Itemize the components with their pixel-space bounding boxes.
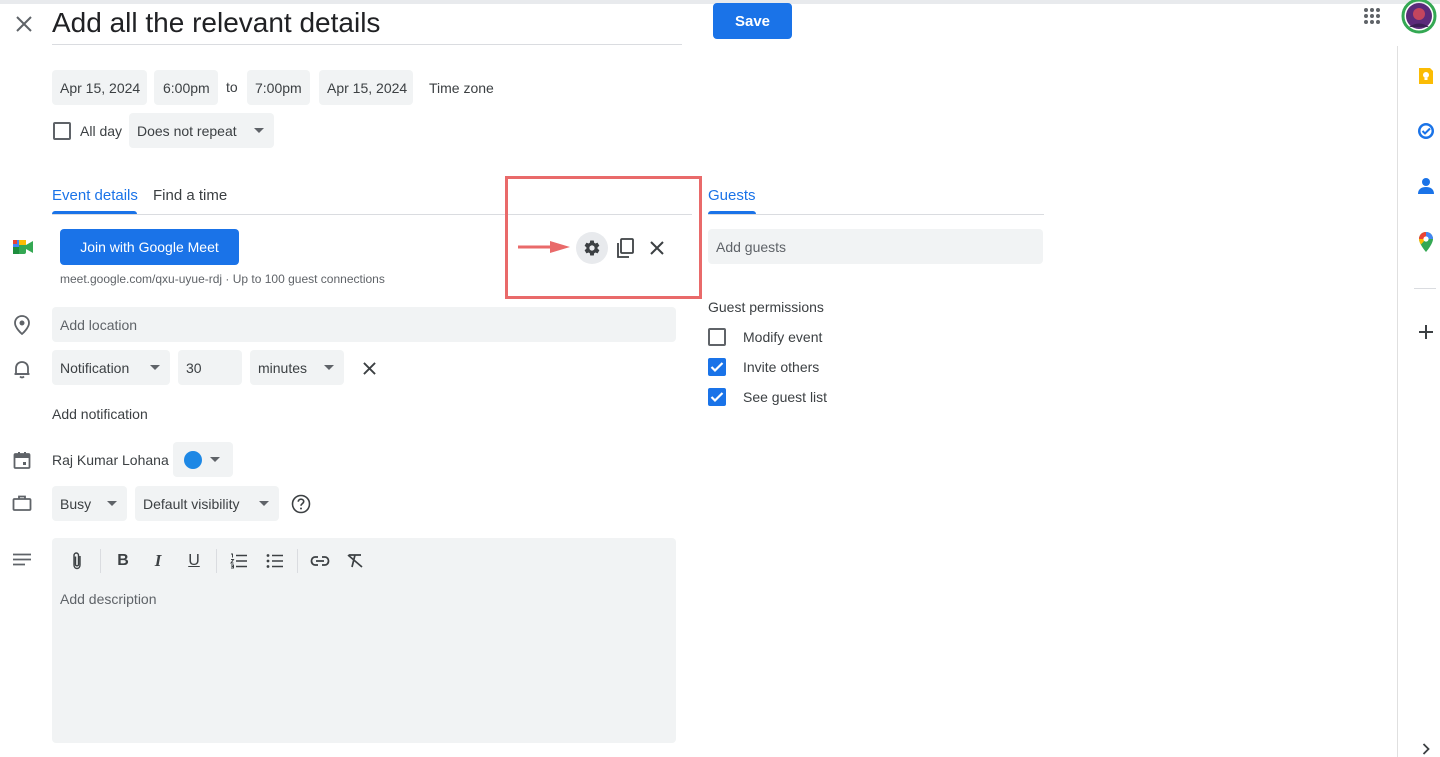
add-notification-link[interactable]: Add notification bbox=[52, 405, 148, 423]
invite-others-checkbox[interactable] bbox=[708, 358, 726, 376]
save-button[interactable]: Save bbox=[713, 3, 792, 39]
repeat-select[interactable]: Does not repeat bbox=[129, 113, 274, 148]
tab-guests[interactable]: Guests bbox=[708, 185, 756, 205]
start-time-chip[interactable]: 6:00pm bbox=[154, 70, 218, 105]
tab-event-details[interactable]: Event details bbox=[52, 185, 138, 205]
description-lines-icon bbox=[13, 553, 31, 567]
notification-type-value: Notification bbox=[60, 359, 130, 376]
plus-icon[interactable] bbox=[1414, 320, 1438, 344]
remove-meet-close-icon[interactable] bbox=[643, 234, 671, 262]
event-title-input[interactable]: Add all the relevant details bbox=[52, 5, 682, 45]
chevron-down-icon bbox=[324, 365, 334, 370]
toolbar-divider bbox=[297, 549, 298, 573]
tasks-icon[interactable] bbox=[1414, 119, 1438, 143]
check-icon bbox=[710, 392, 724, 403]
invite-others-label: Invite others bbox=[743, 359, 820, 375]
remove-notification-close-icon[interactable] bbox=[355, 354, 383, 382]
numbered-list-icon[interactable] bbox=[226, 548, 252, 574]
end-time-chip[interactable]: 7:00pm bbox=[247, 70, 310, 105]
visibility-value: Default visibility bbox=[143, 495, 240, 512]
availability-value: Busy bbox=[60, 495, 92, 512]
chevron-down-icon bbox=[259, 501, 269, 506]
join-google-meet-button[interactable]: Join with Google Meet bbox=[60, 229, 239, 265]
attachment-icon[interactable] bbox=[64, 548, 90, 574]
see-guest-list-label: See guest list bbox=[743, 389, 828, 405]
keep-icon[interactable] bbox=[1414, 64, 1438, 88]
side-panel-separator bbox=[1414, 288, 1436, 289]
time-zone-link[interactable]: Time zone bbox=[429, 78, 494, 98]
description-placeholder: Add description bbox=[60, 591, 157, 607]
notification-value-input[interactable]: 30 bbox=[178, 350, 242, 385]
chevron-down-icon bbox=[254, 128, 264, 133]
check-icon bbox=[710, 362, 724, 373]
chevron-down-icon bbox=[107, 501, 117, 506]
guests-divider bbox=[708, 214, 1044, 215]
copy-icon[interactable] bbox=[611, 234, 639, 262]
bold-icon[interactable]: B bbox=[110, 548, 136, 574]
clear-formatting-icon[interactable] bbox=[342, 548, 368, 574]
see-guest-list-checkbox[interactable] bbox=[708, 388, 726, 406]
calendar-color-select[interactable] bbox=[173, 442, 233, 477]
all-day-label: All day bbox=[80, 123, 123, 139]
modify-event-label: Modify event bbox=[743, 329, 823, 345]
maps-icon[interactable] bbox=[1414, 230, 1438, 254]
calendar-color-dot bbox=[184, 450, 202, 469]
chevron-right-icon[interactable] bbox=[1416, 742, 1436, 756]
link-icon[interactable] bbox=[306, 548, 334, 574]
bulleted-list-icon[interactable] bbox=[262, 548, 288, 574]
underline-icon[interactable]: U bbox=[181, 548, 207, 574]
to-label: to bbox=[226, 79, 238, 95]
start-date-chip[interactable]: Apr 15, 2024 bbox=[52, 70, 147, 105]
tab-find-a-time[interactable]: Find a time bbox=[153, 185, 227, 205]
toolbar-divider bbox=[100, 549, 101, 573]
all-day-checkbox[interactable] bbox=[53, 122, 71, 140]
calendar-owner-label: Raj Kumar Lohana bbox=[52, 452, 169, 468]
contacts-icon[interactable] bbox=[1414, 174, 1438, 198]
annotation-arrow bbox=[518, 240, 572, 254]
briefcase-icon bbox=[12, 494, 32, 512]
calendar-icon bbox=[13, 451, 31, 469]
end-date-chip[interactable]: Apr 15, 2024 bbox=[319, 70, 413, 105]
close-icon[interactable] bbox=[10, 10, 38, 38]
gear-icon[interactable] bbox=[576, 232, 608, 264]
add-guests-input[interactable]: Add guests bbox=[708, 229, 1043, 264]
repeat-value: Does not repeat bbox=[137, 122, 237, 139]
notification-unit-select[interactable]: minutes bbox=[250, 350, 344, 385]
google-meet-icon bbox=[12, 238, 34, 256]
visibility-select[interactable]: Default visibility bbox=[135, 486, 279, 521]
toolbar-divider bbox=[216, 549, 217, 573]
modify-event-checkbox[interactable] bbox=[708, 328, 726, 346]
bell-icon bbox=[13, 359, 31, 379]
availability-select[interactable]: Busy bbox=[52, 486, 127, 521]
meet-link-text[interactable]: meet.google.com/qxu-uyue-rdj · Up to 100… bbox=[60, 272, 385, 286]
notification-type-select[interactable]: Notification bbox=[52, 350, 170, 385]
guest-permissions-title: Guest permissions bbox=[708, 299, 824, 315]
notification-unit-value: minutes bbox=[258, 359, 308, 376]
italic-icon[interactable]: I bbox=[145, 548, 171, 574]
avatar[interactable] bbox=[1401, 0, 1437, 34]
chevron-down-icon bbox=[210, 457, 220, 462]
apps-grid-icon[interactable] bbox=[1358, 2, 1386, 30]
location-input[interactable]: Add location bbox=[52, 307, 676, 342]
chevron-down-icon bbox=[150, 365, 160, 370]
help-icon[interactable] bbox=[289, 492, 313, 516]
location-pin-icon bbox=[13, 315, 31, 335]
side-panel-divider bbox=[1397, 46, 1398, 757]
